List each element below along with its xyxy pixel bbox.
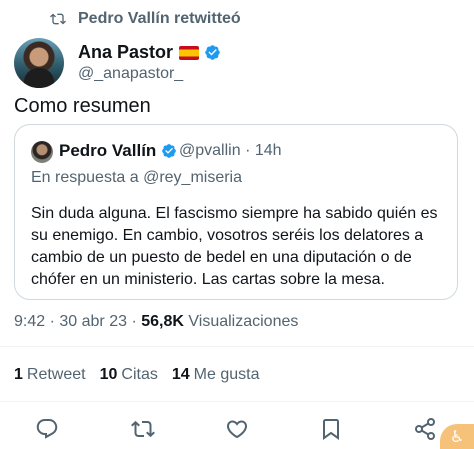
quoted-tweet[interactable]: Pedro Vallín @pvallin · 14h En respuesta… [14, 124, 458, 300]
share-button[interactable] [412, 416, 438, 442]
retweet-button[interactable] [130, 416, 156, 442]
retweets-label: Retweet [26, 366, 86, 383]
quoted-author-handle[interactable]: @pvallin [179, 142, 241, 159]
retweets-stat[interactable]: 1 Retweet [14, 366, 86, 384]
verified-icon [162, 144, 177, 158]
likes-count: 14 [171, 366, 190, 383]
divider [0, 401, 474, 402]
spain-flag-icon [179, 45, 200, 60]
quoted-time[interactable]: 14h [255, 142, 282, 159]
divider [0, 346, 474, 347]
views-count: 56,8K [141, 313, 184, 330]
quoted-author-name[interactable]: Pedro Vallín [59, 141, 156, 161]
quoted-author-name-row[interactable]: Pedro Vallín [59, 141, 177, 161]
retweet-icon [131, 420, 155, 438]
quoted-body: Sin duda alguna. El fascismo siempre ha … [31, 205, 438, 288]
tweet-meta: 9:42 · 30 abr 23 · 56,8K Visualizaciones [14, 313, 298, 331]
likes-stat[interactable]: 14 Me gusta [172, 366, 260, 384]
quotes-count: 10 [99, 366, 118, 383]
author-name[interactable]: Ana Pastor [78, 42, 173, 63]
views-label: Visualizaciones [188, 313, 299, 330]
accessibility-button[interactable]: ♿ [440, 424, 474, 449]
tweet-date[interactable]: 30 abr 23 [59, 313, 127, 330]
share-icon [415, 418, 435, 440]
likes-label: Me gusta [193, 366, 260, 383]
quoted-meta: @pvallin · 14h [179, 142, 282, 160]
meta-separator: · [49, 313, 60, 330]
accessibility-icon: ♿ [449, 428, 465, 446]
quoted-reply-to: En respuesta a @rey_miseria [31, 169, 242, 186]
action-bar [0, 408, 474, 448]
like-icon [226, 420, 248, 439]
retweet-icon [50, 13, 66, 25]
reply-button[interactable] [34, 416, 60, 442]
tweet-text: Como resumen [14, 95, 151, 117]
tweet-time[interactable]: 9:42 [14, 313, 45, 330]
retweet-label: Pedro Vallín retwitteó [78, 10, 241, 27]
bookmark-icon [323, 419, 339, 440]
author-handle[interactable]: @_anapastor_ [78, 65, 183, 83]
author-avatar[interactable] [14, 38, 64, 88]
quoted-author-avatar[interactable] [31, 141, 53, 163]
retweets-count: 1 [14, 366, 23, 383]
bookmark-button[interactable] [318, 416, 344, 442]
verified-icon [205, 45, 220, 60]
meta-separator: · [131, 313, 142, 330]
quotes-stat[interactable]: 10 Citas [100, 366, 158, 384]
like-button[interactable] [224, 416, 250, 442]
meta-separator: · [245, 142, 255, 159]
reply-icon [36, 419, 58, 439]
retweet-banner: Pedro Vallín retwitteó [50, 6, 241, 32]
engagement-stats: 1 Retweet 10 Citas 14 Me gusta [14, 366, 259, 384]
author-name-row[interactable]: Ana Pastor [78, 42, 221, 63]
quotes-label: Citas [121, 366, 158, 383]
